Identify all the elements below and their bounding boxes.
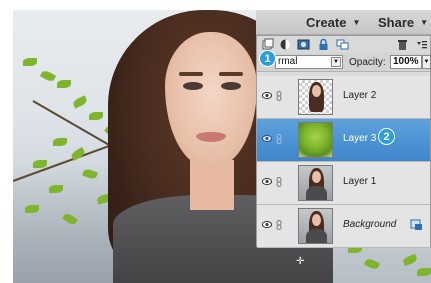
chain-icon[interactable]	[276, 177, 282, 187]
layer-thumbnail	[298, 122, 333, 158]
layers-panel: rmal ▼ Opacity: 100% ▼ Layer 2 Layer 3 L…	[256, 35, 431, 248]
leaf	[53, 138, 67, 146]
blend-mode-select[interactable]: rmal ▼	[275, 55, 343, 69]
leaf	[39, 69, 57, 83]
eye-icon[interactable]	[262, 92, 272, 99]
crosshair-cursor-icon: ✛	[296, 256, 305, 267]
layer-thumbnail	[298, 208, 333, 244]
leaf	[402, 253, 418, 267]
eye-icon[interactable]	[262, 135, 272, 142]
thumbnail-face	[312, 85, 321, 97]
top-menubar: Create ▼ Share ▼	[256, 10, 431, 35]
opacity-input[interactable]: 100%	[390, 55, 422, 69]
leaf	[23, 58, 37, 66]
thumbnail-body	[306, 229, 327, 243]
leaf	[33, 160, 47, 168]
chain-icon[interactable]	[276, 91, 282, 101]
leaf	[49, 185, 63, 193]
tree-branch	[32, 100, 112, 147]
chevron-down-icon: ▼	[420, 18, 429, 27]
panel-menu-icon[interactable]	[415, 38, 428, 51]
layer-row-background[interactable]: Background	[257, 205, 430, 248]
lock-icon[interactable]	[317, 38, 330, 51]
layer-name[interactable]: Layer 2	[343, 90, 376, 101]
portrait-neck	[190, 160, 234, 210]
eye-icon[interactable]	[262, 178, 272, 185]
share-menu-label: Share	[378, 15, 415, 30]
photo-badge-icon	[410, 219, 422, 230]
adjustment-layer-icon[interactable]	[279, 38, 292, 51]
create-menu-label: Create	[306, 15, 347, 30]
share-menu[interactable]: Share ▼	[378, 15, 428, 30]
opacity-label: Opacity:	[349, 57, 386, 68]
layer-name[interactable]: Background	[343, 219, 396, 230]
portrait-eye	[221, 82, 241, 90]
layer-row-layer-1[interactable]: Layer 1	[257, 162, 430, 205]
portrait-brow	[219, 72, 243, 76]
opacity-dropdown-button[interactable]: ▼	[422, 55, 431, 69]
layer-thumbnail	[298, 165, 333, 201]
chain-icon[interactable]	[276, 134, 282, 144]
thumbnail-face	[312, 214, 321, 226]
blend-mode-value: rmal	[278, 56, 298, 67]
portrait-brow	[179, 72, 203, 76]
chevron-down-icon: ▼	[352, 18, 361, 27]
leaf	[71, 95, 89, 109]
leaf	[69, 147, 87, 161]
layer-name[interactable]: Layer 3	[343, 133, 376, 144]
step-callout-1: 1	[259, 50, 276, 67]
chevron-down-icon: ▼	[331, 57, 341, 67]
eye-icon[interactable]	[262, 221, 272, 228]
thumbnail-body	[306, 186, 327, 200]
layer-name[interactable]: Layer 1	[343, 176, 376, 187]
thumbnail-face	[312, 171, 321, 183]
layers-toolbar	[257, 36, 430, 53]
layer-row-layer-2[interactable]: Layer 2	[257, 76, 430, 119]
layer-thumbnail	[298, 79, 333, 115]
link-layers-icon[interactable]	[336, 38, 349, 51]
create-menu[interactable]: Create ▼	[306, 15, 360, 30]
mask-icon[interactable]	[297, 38, 310, 51]
layer-options-row: rmal ▼ Opacity: 100% ▼	[257, 53, 431, 72]
trash-icon[interactable]	[396, 38, 409, 51]
portrait-eye	[183, 82, 203, 90]
leaf	[57, 80, 71, 88]
step-callout-2: 2	[378, 128, 395, 145]
leaf	[417, 268, 431, 276]
leaf	[89, 112, 103, 120]
chain-icon[interactable]	[276, 220, 282, 230]
leaf	[363, 257, 381, 271]
layer-row-layer-3[interactable]: Layer 3	[257, 119, 430, 162]
leaf	[25, 205, 39, 213]
